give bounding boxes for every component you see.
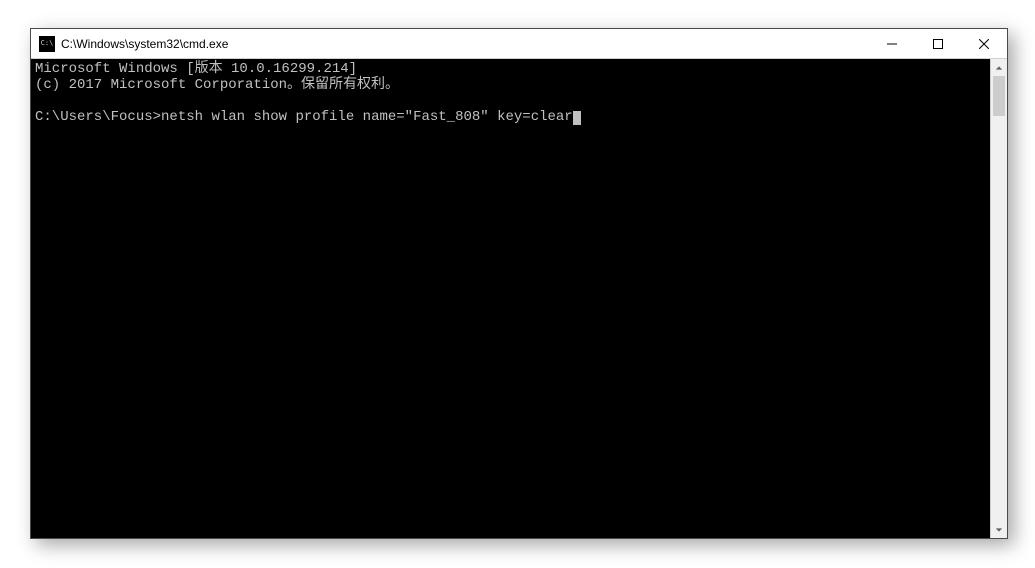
vertical-scrollbar[interactable] <box>990 59 1007 538</box>
prompt: C:\Users\Focus> <box>35 109 161 125</box>
window-title: C:\Windows\system32\cmd.exe <box>61 37 869 51</box>
command-text: netsh wlan show profile name="Fast_808" … <box>161 109 573 125</box>
scroll-thumb[interactable] <box>993 76 1005 116</box>
text-cursor <box>573 111 581 125</box>
window-controls <box>869 29 1007 58</box>
output-line: (c) 2017 Microsoft Corporation。保留所有权利。 <box>35 77 399 93</box>
titlebar[interactable]: C:\Windows\system32\cmd.exe <box>31 29 1007 59</box>
cmd-window: C:\Windows\system32\cmd.exe Microsoft Wi… <box>30 28 1008 539</box>
close-button[interactable] <box>961 29 1007 58</box>
maximize-button[interactable] <box>915 29 961 58</box>
terminal-output[interactable]: Microsoft Windows [版本 10.0.16299.214] (c… <box>31 59 990 538</box>
close-icon <box>979 39 989 49</box>
scroll-up-button[interactable] <box>991 59 1007 76</box>
output-line: Microsoft Windows [版本 10.0.16299.214] <box>35 61 357 77</box>
client-area: Microsoft Windows [版本 10.0.16299.214] (c… <box>31 59 1007 538</box>
cmd-icon <box>39 36 55 52</box>
chevron-down-icon <box>995 526 1003 534</box>
prompt-line: C:\Users\Focus>netsh wlan show profile n… <box>35 109 581 125</box>
scroll-track[interactable] <box>991 76 1007 521</box>
minimize-button[interactable] <box>869 29 915 58</box>
minimize-icon <box>887 39 897 49</box>
chevron-up-icon <box>995 64 1003 72</box>
maximize-icon <box>933 39 943 49</box>
scroll-down-button[interactable] <box>991 521 1007 538</box>
